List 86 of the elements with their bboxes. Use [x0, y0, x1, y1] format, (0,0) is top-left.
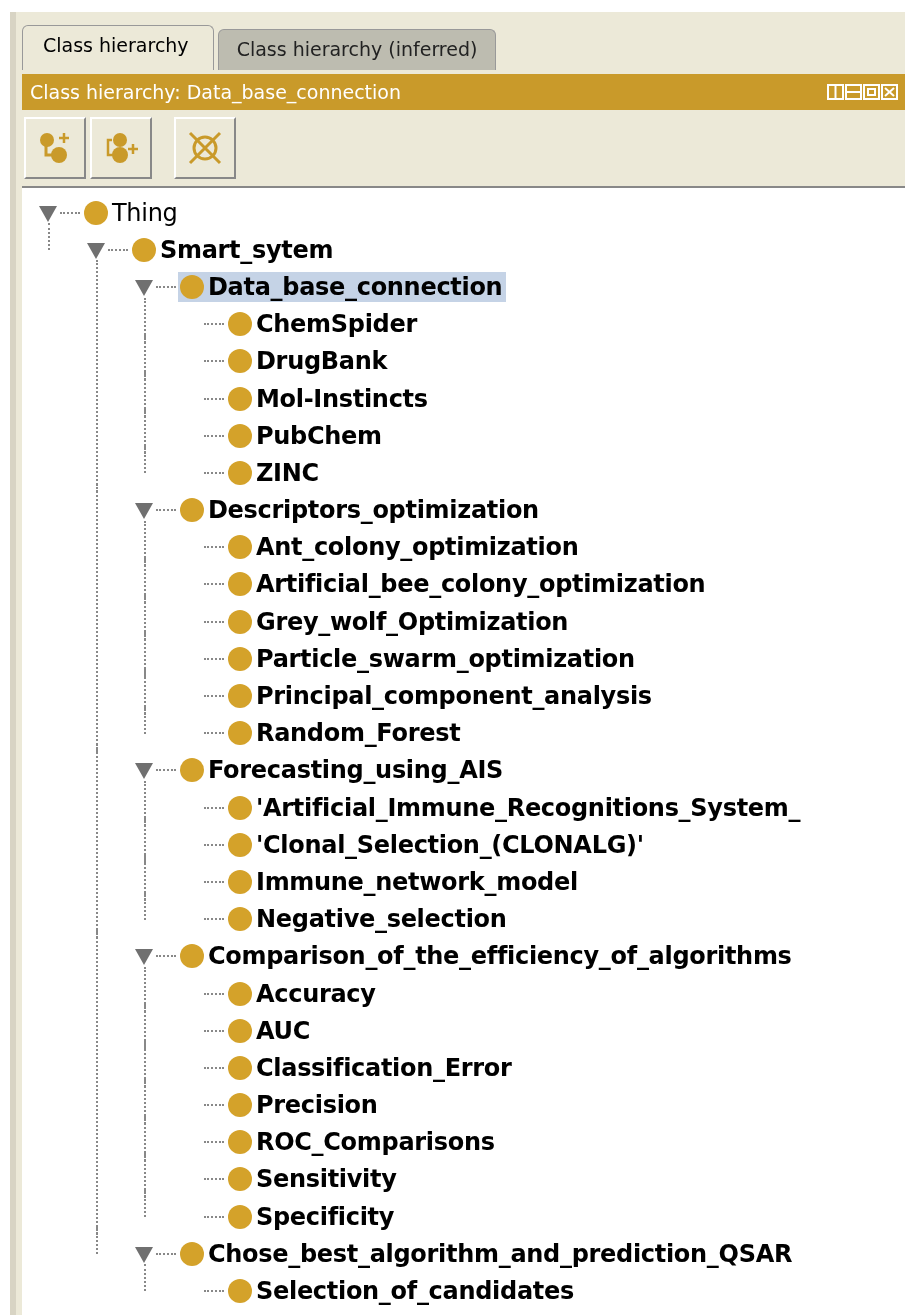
class-dot-icon [228, 1279, 252, 1304]
class-dot-icon [228, 1093, 252, 1118]
class-label: Thing [112, 198, 178, 227]
class-dot-icon [228, 460, 252, 485]
class-dot-icon [228, 646, 252, 671]
class-label: Negative_selection [256, 905, 507, 934]
class-dot-icon [180, 274, 204, 299]
class-item[interactable]: Descriptors_optimization [178, 495, 543, 526]
class-dot-icon [228, 981, 252, 1006]
class-dot-icon [228, 1167, 252, 1192]
class-dot-icon [228, 349, 252, 374]
class-label: Classification_Error [256, 1053, 512, 1082]
class-item[interactable]: Data_base_connection [178, 271, 507, 302]
class-label: Immune_network_model [256, 867, 578, 896]
class-dot-icon [228, 1018, 252, 1043]
class-item[interactable]: Sensitivity [226, 1164, 401, 1195]
class-item[interactable]: Negative_selection [226, 904, 511, 935]
class-dot-icon [180, 1241, 204, 1266]
class-dot-icon [228, 312, 252, 337]
class-dot-icon [228, 386, 252, 411]
class-dot-icon [228, 572, 252, 597]
class-dot-icon [228, 1055, 252, 1080]
add-sibling-button[interactable] [90, 117, 152, 179]
tab[interactable]: Class hierarchy (inferred) [217, 29, 497, 70]
collapse-triangle-icon[interactable] [134, 760, 154, 781]
class-label: Descriptors_optimization [208, 496, 539, 525]
class-label: AUC [256, 1016, 311, 1045]
class-dot-icon [180, 498, 204, 523]
class-dot-icon [228, 535, 252, 560]
class-label: Accuracy [256, 979, 376, 1008]
class-dot-icon [84, 200, 108, 225]
collapse-triangle-icon[interactable] [134, 946, 154, 967]
class-dot-icon [132, 237, 156, 262]
class-label: Mol-Instincts [256, 384, 428, 413]
class-item[interactable]: Classification_Error [226, 1052, 516, 1083]
class-dot-icon [228, 609, 252, 634]
class-item[interactable]: PubChem [226, 420, 386, 451]
class-dot-icon [180, 944, 204, 969]
class-label: Precision [256, 1091, 378, 1120]
class-item[interactable]: Precision [226, 1090, 382, 1121]
class-item[interactable]: Selection_of_candidates [226, 1276, 578, 1307]
class-label: Smart_sytem [160, 235, 334, 264]
class-item[interactable]: Random_Forest [226, 718, 465, 749]
class-dot-icon [180, 758, 204, 783]
class-item[interactable]: ROC_Comparisons [226, 1127, 499, 1158]
class-item[interactable]: ChemSpider [226, 309, 421, 340]
collapse-triangle-icon[interactable] [134, 500, 154, 521]
class-label: DrugBank [256, 347, 388, 376]
class-item[interactable]: Thing [82, 197, 182, 228]
class-item[interactable]: Specificity [226, 1201, 399, 1232]
class-dot-icon [228, 832, 252, 857]
class-item[interactable]: Immune_network_model [226, 866, 582, 897]
class-label: ROC_Comparisons [256, 1128, 495, 1157]
class-dot-icon [228, 907, 252, 932]
class-dot-icon [228, 721, 252, 746]
class-item[interactable]: AUC [226, 1015, 315, 1046]
class-dot-icon [228, 869, 252, 894]
class-label: Random_Forest [256, 719, 461, 748]
class-label: Specificity [256, 1202, 395, 1231]
add-subclass-button[interactable] [24, 117, 86, 179]
class-label: ZINC [256, 458, 319, 487]
class-dot-icon [228, 1130, 252, 1155]
class-label: Ant_colony_optimization [256, 533, 579, 562]
class-label: Forecasting_using_AIS [208, 756, 504, 785]
class-dot-icon [228, 795, 252, 820]
class-item[interactable]: Accuracy [226, 978, 380, 1009]
tab[interactable]: Class hierarchy [22, 25, 214, 70]
class-label: Sensitivity [256, 1165, 397, 1194]
class-item[interactable]: Smart_sytem [130, 234, 338, 265]
class-label: PubChem [256, 421, 382, 450]
class-item[interactable]: Mol-Instincts [226, 383, 432, 414]
class-label: Selection_of_candidates [256, 1277, 574, 1306]
class-item[interactable]: ZINC [226, 457, 323, 488]
class-dot-icon [228, 423, 252, 448]
panel-title: Class hierarchy: Data_base_connection [30, 81, 402, 103]
class-item[interactable]: Grey_wolf_Optimization [226, 606, 573, 637]
class-dot-icon [228, 684, 252, 709]
class-item[interactable]: Forecasting_using_AIS [178, 755, 508, 786]
class-label: Data_base_connection [208, 272, 503, 301]
view-controls-icon[interactable] [827, 84, 899, 100]
class-label: ChemSpider [256, 310, 417, 339]
delete-class-button[interactable] [174, 117, 236, 179]
class-item[interactable]: DrugBank [226, 346, 392, 377]
class-item[interactable]: Ant_colony_optimization [226, 532, 583, 563]
class-label: Grey_wolf_Optimization [256, 607, 569, 636]
class-dot-icon [228, 1204, 252, 1229]
